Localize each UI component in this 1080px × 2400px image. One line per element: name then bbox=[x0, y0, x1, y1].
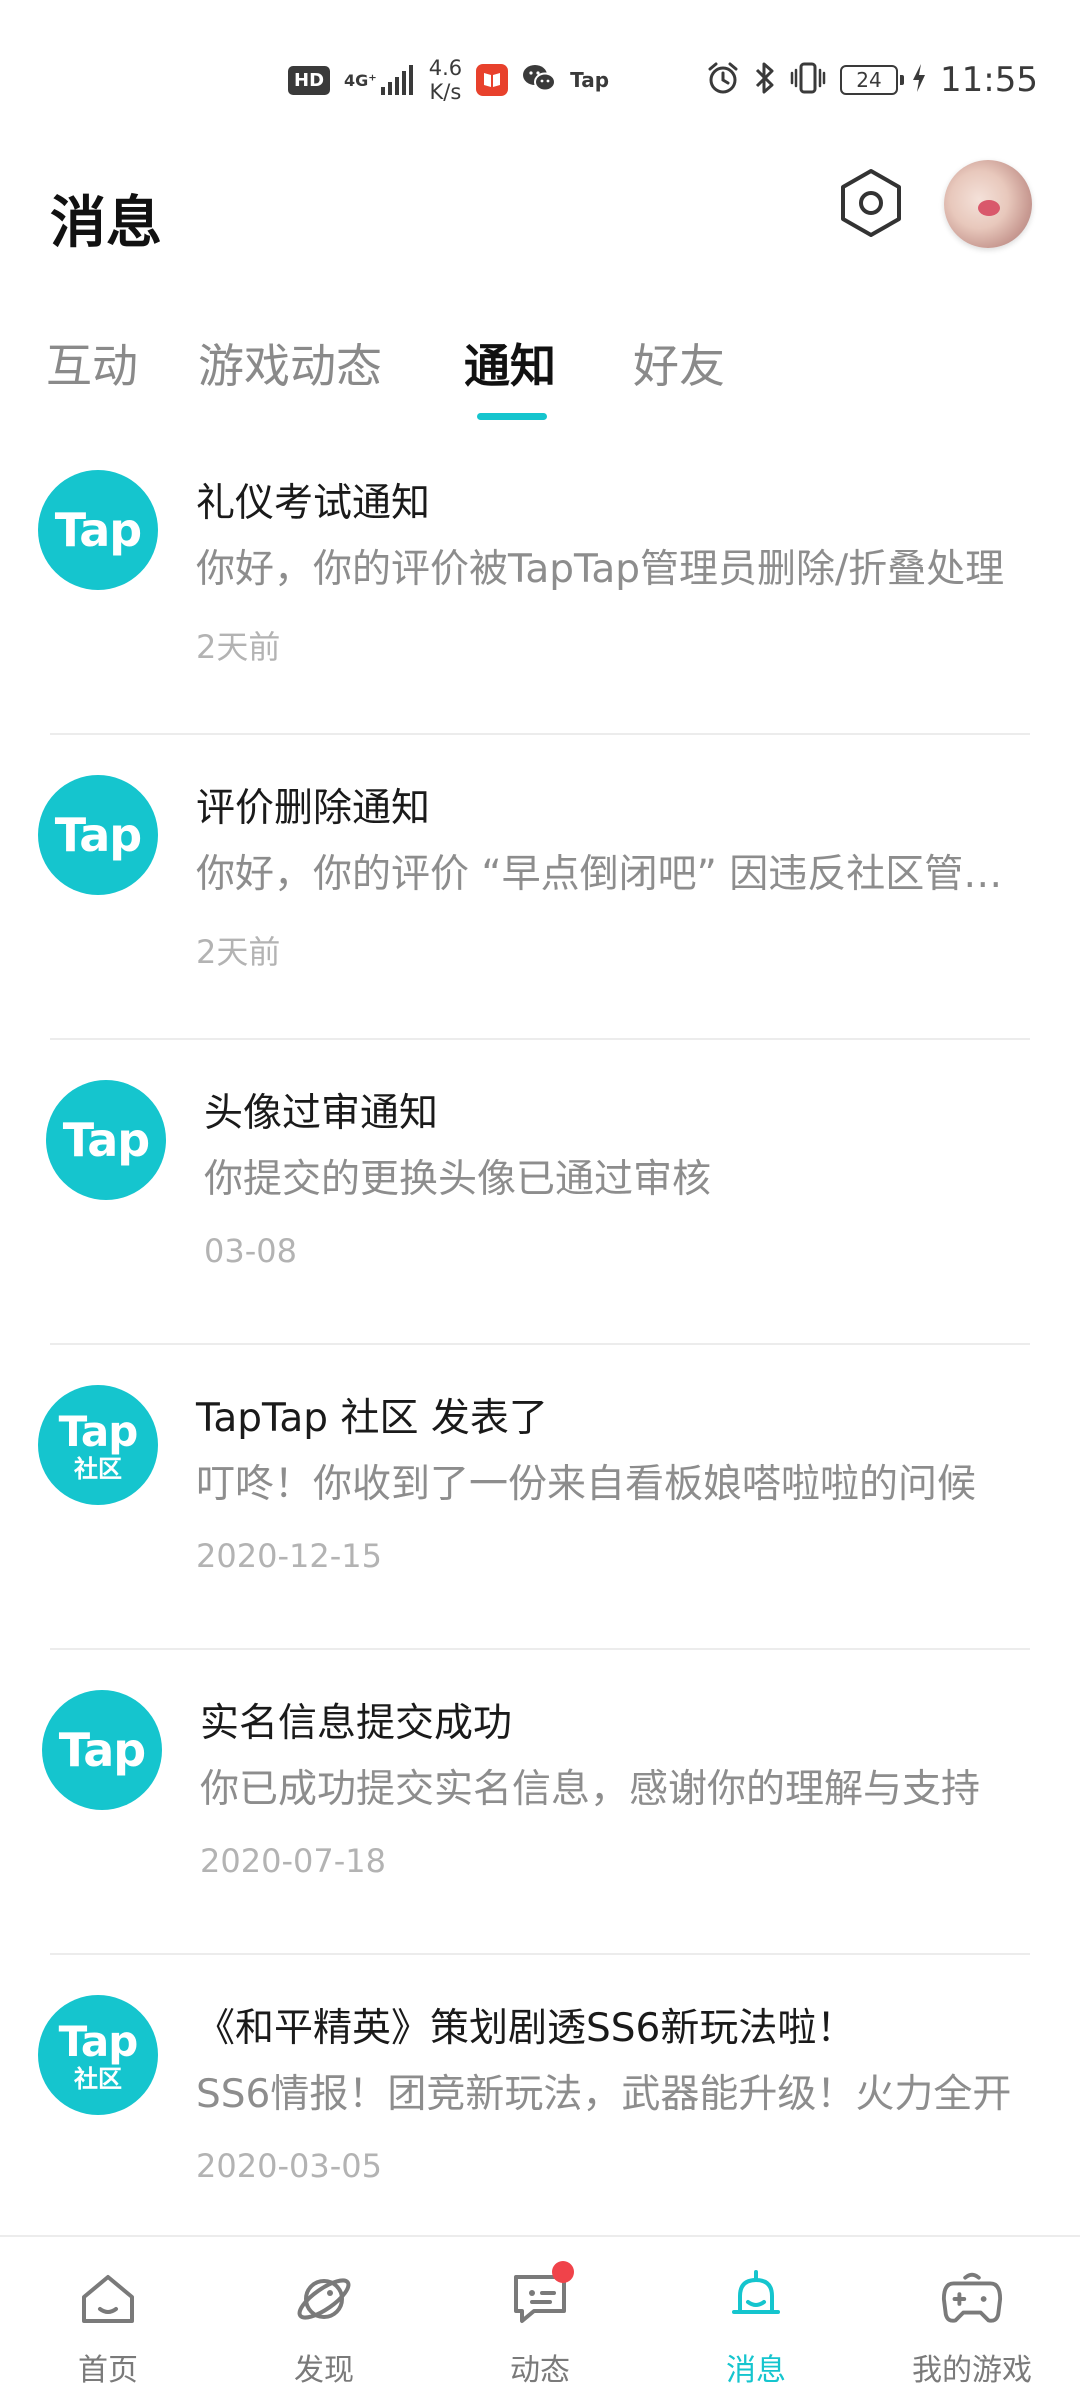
tab-game-updates[interactable]: 游戏动态 bbox=[198, 330, 382, 396]
list-item[interactable]: Tap 社区 TapTap 社区 发表了 叮咚！你收到了一份来自看板娘嗒啦啦的问… bbox=[0, 1345, 1080, 1650]
logo-subtext: 社区 bbox=[74, 2065, 122, 2093]
taptap-community-logo-icon: Tap 社区 bbox=[38, 1995, 158, 2115]
nav-my-games[interactable]: 我的游戏 bbox=[864, 2267, 1080, 2392]
bell-icon bbox=[724, 2267, 788, 2331]
list-item[interactable]: Tap 礼仪考试通知 你好，你的评价被TapTap管理员删除/折叠处理 2天前 bbox=[0, 430, 1080, 735]
bluetooth-icon bbox=[754, 61, 776, 99]
nav-discover[interactable]: 发现 bbox=[216, 2267, 432, 2392]
taptap-logo-icon: Tap bbox=[38, 775, 158, 895]
nav-label: 发现 bbox=[294, 2353, 354, 2388]
wechat-icon bbox=[522, 63, 557, 97]
item-time: 2天前 bbox=[196, 628, 281, 666]
logo-text: Tap bbox=[62, 1113, 150, 1167]
alarm-icon bbox=[706, 61, 740, 99]
item-time: 2020-12-15 bbox=[196, 1537, 382, 1575]
item-time: 2天前 bbox=[196, 933, 281, 971]
list-item[interactable]: Tap 评价删除通知 你好，你的评价 “早点倒闭吧” 因违反社区管理规定 2天前 bbox=[0, 735, 1080, 1040]
item-title: 评价删除通知 bbox=[196, 786, 431, 831]
nav-label: 消息 bbox=[726, 2353, 786, 2388]
hexagon-gear-icon bbox=[835, 167, 907, 243]
reader-app-icon bbox=[476, 64, 509, 96]
network-speed: 4.6 K/s bbox=[429, 56, 462, 104]
speed-unit: K/s bbox=[429, 80, 462, 104]
settings-button[interactable] bbox=[826, 160, 916, 250]
logo-text: Tap bbox=[58, 2017, 139, 2066]
item-body: SS6情报！团竞新玩法，武器能升级！火力全开 bbox=[196, 2072, 1012, 2117]
battery-indicator: 24 bbox=[840, 65, 905, 95]
item-title: 《和平精英》策划剧透SS6新玩法啦！ bbox=[196, 2006, 856, 2051]
item-title: 实名信息提交成功 bbox=[200, 1701, 513, 1746]
item-body: 你已成功提交实名信息，感谢你的理解与支持 bbox=[200, 1767, 981, 1812]
logo-text: Tap bbox=[54, 503, 142, 557]
chat-icon bbox=[508, 2261, 574, 2331]
list-item[interactable]: Tap 实名信息提交成功 你已成功提交实名信息，感谢你的理解与支持 2020-0… bbox=[0, 1650, 1080, 1955]
item-body: 你好，你的评价 “早点倒闭吧” 因违反社区管理规定 bbox=[196, 852, 1031, 897]
tab-notifications[interactable]: 通知 bbox=[464, 330, 556, 396]
clock: 11:55 bbox=[940, 60, 1038, 100]
gamepad-icon bbox=[940, 2267, 1004, 2331]
nav-label: 动态 bbox=[510, 2353, 570, 2388]
message-tabs: 互动 游戏动态 通知 好友 bbox=[0, 320, 1080, 430]
item-title: 头像过审通知 bbox=[204, 1091, 439, 1136]
nav-label: 首页 bbox=[78, 2353, 138, 2388]
home-icon bbox=[76, 2267, 140, 2331]
tap-mini-icon: Tap bbox=[570, 68, 610, 92]
list-item[interactable]: Tap 头像过审通知 你提交的更换头像已通过审核 03-08 bbox=[0, 1040, 1080, 1345]
speed-value: 4.6 bbox=[428, 56, 463, 80]
taptap-logo-icon: Tap bbox=[42, 1690, 162, 1810]
logo-subtext: 社区 bbox=[74, 1455, 122, 1483]
active-tab-indicator bbox=[477, 413, 547, 420]
charging-icon bbox=[912, 64, 926, 96]
status-bar: HD 4G⁺ 4.6 K/s Tap 24 11:55 bbox=[0, 0, 1080, 160]
page-title: 消息 bbox=[50, 191, 162, 256]
nav-feed[interactable]: 动态 bbox=[432, 2261, 648, 2392]
item-title: TapTap 社区 发表了 bbox=[196, 1396, 548, 1441]
notification-list: Tap 礼仪考试通知 你好，你的评价被TapTap管理员删除/折叠处理 2天前 … bbox=[0, 430, 1080, 2230]
hd-badge: HD bbox=[288, 65, 331, 95]
status-right: 24 11:55 bbox=[706, 52, 1038, 108]
planet-icon bbox=[292, 2267, 356, 2331]
item-time: 03-08 bbox=[204, 1232, 297, 1270]
avatar[interactable] bbox=[944, 160, 1032, 248]
status-left: HD 4G⁺ 4.6 K/s Tap bbox=[288, 52, 609, 108]
tab-interaction[interactable]: 互动 bbox=[46, 330, 138, 396]
vibrate-icon bbox=[790, 61, 826, 99]
item-body: 你提交的更换头像已通过审核 bbox=[204, 1157, 712, 1202]
network-gen: 4G⁺ bbox=[344, 70, 377, 90]
item-time: 2020-07-18 bbox=[200, 1842, 386, 1880]
logo-text: Tap bbox=[58, 1407, 139, 1456]
item-title: 礼仪考试通知 bbox=[196, 481, 431, 526]
taptap-logo-icon: Tap bbox=[46, 1080, 166, 1200]
nav-messages[interactable]: 消息 bbox=[648, 2267, 864, 2392]
taptap-logo-icon: Tap bbox=[38, 470, 158, 590]
taptap-community-logo-icon: Tap 社区 bbox=[38, 1385, 158, 1505]
item-body: 叮咚！你收到了一份来自看板娘嗒啦啦的问候 bbox=[196, 1462, 977, 1507]
item-time: 2020-03-05 bbox=[196, 2147, 382, 2185]
signal-icon: 4G⁺ bbox=[344, 65, 415, 95]
bottom-navigation: 首页 发现 动态 消息 我的游戏 bbox=[0, 2235, 1080, 2400]
list-item[interactable]: Tap 社区 《和平精英》策划剧透SS6新玩法啦！ SS6情报！团竞新玩法，武器… bbox=[0, 1955, 1080, 2260]
logo-text: Tap bbox=[58, 1723, 146, 1777]
unread-dot bbox=[552, 2261, 574, 2283]
nav-label: 我的游戏 bbox=[912, 2353, 1032, 2388]
logo-text: Tap bbox=[54, 808, 142, 862]
tab-friends[interactable]: 好友 bbox=[633, 330, 725, 396]
page-header: 消息 bbox=[0, 160, 1080, 290]
item-body: 你好，你的评价被TapTap管理员删除/折叠处理 bbox=[196, 547, 1005, 592]
nav-home[interactable]: 首页 bbox=[0, 2267, 216, 2392]
